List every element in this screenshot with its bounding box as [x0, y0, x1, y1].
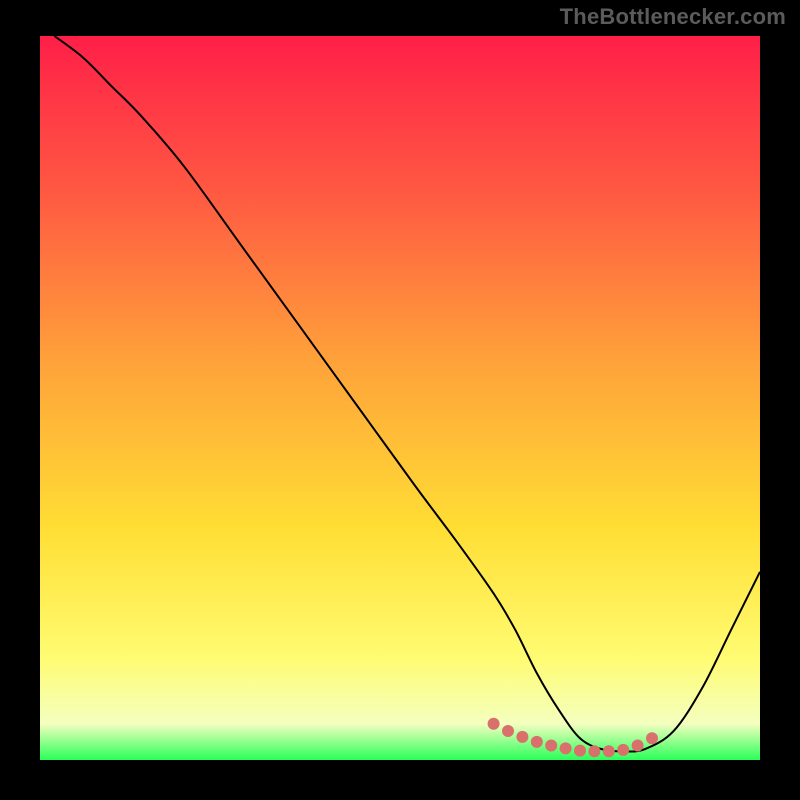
plot-area	[40, 36, 760, 760]
highlight-dot	[560, 742, 572, 754]
gradient-background	[40, 36, 760, 760]
highlight-dot	[617, 744, 629, 756]
attribution-label: TheBottlenecker.com	[560, 4, 786, 30]
highlight-dot	[531, 736, 543, 748]
bottleneck-chart	[40, 36, 760, 760]
highlight-dot	[603, 745, 615, 757]
highlight-dot	[545, 740, 557, 752]
highlight-dot	[502, 725, 514, 737]
highlight-dot	[488, 718, 500, 730]
chart-frame: TheBottlenecker.com	[0, 0, 800, 800]
highlight-dot	[632, 740, 644, 752]
highlight-dot	[516, 731, 528, 743]
highlight-dot	[646, 732, 658, 744]
highlight-dot	[588, 745, 600, 757]
highlight-dot	[574, 745, 586, 757]
